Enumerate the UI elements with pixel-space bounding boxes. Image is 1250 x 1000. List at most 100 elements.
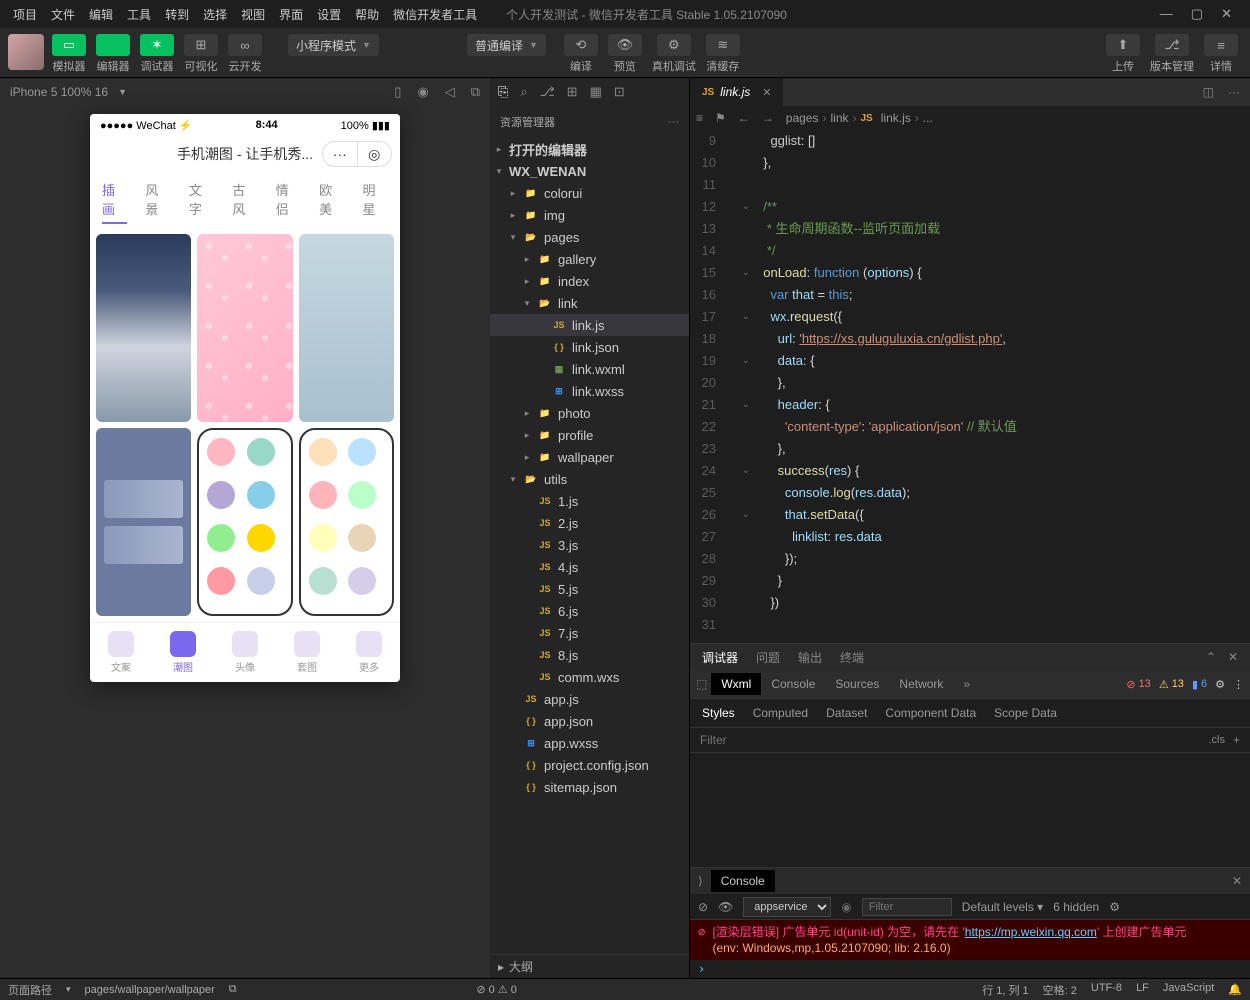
panel-tab[interactable]: 输出 [798, 649, 822, 666]
inspect-icon[interactable]: ⬚ [696, 677, 707, 691]
category-tab[interactable]: 文字 [189, 180, 214, 224]
collapse-icon[interactable]: ⌃ [1206, 650, 1216, 664]
nav-潮图[interactable]: 潮图 [152, 623, 214, 682]
toolbar-预览[interactable]: 👁预览 [604, 34, 646, 74]
minimize-icon[interactable]: — [1160, 6, 1173, 22]
explorer-icon[interactable]: ⎘ [498, 84, 508, 100]
toolbar-编译[interactable]: ⟲编译 [560, 34, 602, 74]
toolbar-调试器[interactable]: ✶调试器 [136, 34, 178, 74]
style-tab[interactable]: Styles [702, 706, 735, 720]
tree-link.js[interactable]: JSlink.js [490, 314, 689, 336]
close-icon[interactable]: ✕ [1221, 6, 1232, 22]
more-icon[interactable]: ··· [1228, 85, 1240, 99]
bell-icon[interactable]: 🔔 [1228, 983, 1242, 996]
menu-工具[interactable]: 工具 [120, 4, 158, 26]
tree-2.js[interactable]: JS2.js [490, 512, 689, 534]
category-tab[interactable]: 欧美 [319, 180, 344, 224]
branch-icon[interactable]: ⎇ [540, 84, 555, 100]
phone-icon[interactable]: ▯ [394, 84, 401, 100]
toolbar-真机调试[interactable]: ⚙真机调试 [648, 34, 700, 74]
tree-gallery[interactable]: ▸📁gallery [490, 248, 689, 270]
tree-4.js[interactable]: JS4.js [490, 556, 689, 578]
tree-profile[interactable]: ▸📁profile [490, 424, 689, 446]
forward-icon[interactable]: → [762, 111, 774, 125]
wallpaper-thumb[interactable] [96, 428, 191, 616]
tree-6.js[interactable]: JS6.js [490, 600, 689, 622]
tree-link[interactable]: ▾📂link [490, 292, 689, 314]
toolbar-模拟器[interactable]: ▭模拟器 [48, 34, 90, 74]
close-icon[interactable]: ✕ [762, 86, 771, 99]
menu-文件[interactable]: 文件 [44, 4, 82, 26]
more-icon[interactable]: ⋮ [1233, 678, 1244, 691]
tree-app.json[interactable]: { }app.json [490, 710, 689, 732]
compile-select[interactable]: 普通编译▼ [467, 34, 546, 56]
tree-app.js[interactable]: JSapp.js [490, 688, 689, 710]
toolbar-上传[interactable]: ⬆上传 [1102, 34, 1144, 74]
wallpaper-thumb[interactable] [299, 234, 394, 422]
nav-更多[interactable]: 更多 [338, 623, 400, 682]
console-chevron-icon[interactable]: ⟩ [698, 874, 703, 888]
list-icon[interactable]: ≡ [696, 111, 703, 125]
toolbar-详情[interactable]: ≡详情 [1200, 34, 1242, 74]
nav-文案[interactable]: 文案 [90, 623, 152, 682]
back-icon[interactable]: ← [738, 111, 750, 125]
tree-comm.wxs[interactable]: JScomm.wxs [490, 666, 689, 688]
panel-tab[interactable]: 问题 [756, 649, 780, 666]
category-tab[interactable]: 古风 [232, 180, 257, 224]
copy-icon[interactable]: ⧉ [471, 84, 480, 100]
clear-icon[interactable]: ⊘ [698, 900, 708, 914]
toolbar-云开发[interactable]: ∞云开发 [224, 34, 266, 74]
toolbar-可视化[interactable]: ⊞可视化 [180, 34, 222, 74]
tree-link.wxss[interactable]: ⊞link.wxss [490, 380, 689, 402]
wallpaper-thumb[interactable] [197, 234, 292, 422]
tree-1.js[interactable]: JS1.js [490, 490, 689, 512]
tree-index[interactable]: ▸📁index [490, 270, 689, 292]
category-tab[interactable]: 插画 [102, 180, 127, 224]
section-project[interactable]: ▾WX_WENAN [490, 160, 689, 182]
maximize-icon[interactable]: ▢ [1191, 6, 1203, 22]
category-tab[interactable]: 明星 [363, 180, 388, 224]
wallpaper-thumb[interactable] [96, 234, 191, 422]
menu-微信开发者工具[interactable]: 微信开发者工具 [386, 4, 484, 26]
menu-帮助[interactable]: 帮助 [348, 4, 386, 26]
eye-icon[interactable]: 👁 [718, 900, 733, 914]
tree-img[interactable]: ▸📁img [490, 204, 689, 226]
category-tab[interactable]: 风景 [145, 180, 170, 224]
wallpaper-thumb[interactable] [197, 428, 292, 616]
menu-界面[interactable]: 界面 [272, 4, 310, 26]
devtool-tab[interactable]: Wxml [711, 673, 761, 695]
tree-project.config.json[interactable]: { }project.config.json [490, 754, 689, 776]
add-icon[interactable]: + [1233, 733, 1240, 747]
split-icon[interactable]: ◫ [1203, 85, 1214, 99]
section-open-editors[interactable]: ▸打开的编辑器 [490, 138, 689, 160]
console-prompt[interactable]: › [690, 960, 1250, 978]
tree-sitemap.json[interactable]: { }sitemap.json [490, 776, 689, 798]
devtool-tab[interactable]: Network [889, 673, 953, 695]
editor-tab[interactable]: JSlink.js✕ [690, 78, 783, 106]
search-icon[interactable]: ⌕ [520, 84, 527, 100]
style-tab[interactable]: Scope Data [994, 706, 1057, 720]
tree-3.js[interactable]: JS3.js [490, 534, 689, 556]
tree-5.js[interactable]: JS5.js [490, 578, 689, 600]
avatar[interactable] [8, 34, 44, 70]
menu-转到[interactable]: 转到 [158, 4, 196, 26]
menu-项目[interactable]: 项目 [6, 4, 44, 26]
menu-选择[interactable]: 选择 [196, 4, 234, 26]
console-filter-input[interactable] [862, 898, 952, 916]
tree-pages[interactable]: ▾📂pages [490, 226, 689, 248]
toolbar-清缓存[interactable]: ≋清缓存 [702, 34, 744, 74]
nav-头像[interactable]: 头像 [214, 623, 276, 682]
panel-tab[interactable]: 调试器 [702, 649, 738, 666]
tree-app.wxss[interactable]: ⊞app.wxss [490, 732, 689, 754]
styles-filter-input[interactable] [700, 733, 1208, 747]
tree-colorui[interactable]: ▸📁colorui [490, 182, 689, 204]
category-tab[interactable]: 情侣 [276, 180, 301, 224]
console-tab[interactable]: Console [711, 870, 775, 892]
tree-link.wxml[interactable]: ▦link.wxml [490, 358, 689, 380]
context-select[interactable]: appservice [743, 897, 831, 917]
panel-tab[interactable]: 终端 [840, 649, 864, 666]
gear-icon[interactable]: ⚙ [1109, 900, 1120, 914]
menu-设置[interactable]: 设置 [310, 4, 348, 26]
tree-photo[interactable]: ▸📁photo [490, 402, 689, 424]
levels-select[interactable]: Default levels ▾ [962, 900, 1043, 914]
